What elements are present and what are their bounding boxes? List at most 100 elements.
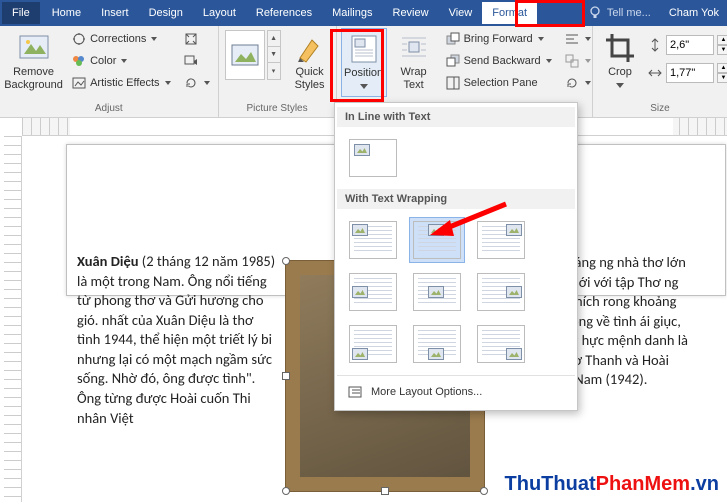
chevron-down-icon (546, 58, 552, 64)
group-button[interactable] (560, 50, 595, 72)
layout-options-icon (347, 384, 363, 400)
tab-view[interactable]: View (439, 2, 483, 24)
tab-layout[interactable]: Layout (193, 2, 246, 24)
crop-button[interactable]: Crop (597, 28, 643, 95)
tab-home[interactable]: Home (42, 2, 91, 24)
position-top-center[interactable] (409, 217, 465, 263)
resize-handle-b[interactable] (381, 487, 389, 495)
more-layout-options-label: More Layout Options... (371, 386, 482, 398)
style-preset-1[interactable] (225, 30, 265, 80)
resize-handle-br[interactable] (480, 487, 488, 495)
width-down[interactable]: ▼ (717, 73, 727, 83)
vertical-ruler[interactable] (4, 136, 22, 502)
height-up[interactable]: ▲ (717, 35, 727, 45)
compress-icon (183, 31, 199, 47)
wrap-text-label: Wrap Text (401, 66, 427, 91)
width-value[interactable]: 1,77" (666, 63, 714, 83)
send-backward-button[interactable]: Send Backward (441, 50, 556, 72)
tab-design[interactable]: Design (139, 2, 193, 24)
align-icon (564, 31, 580, 47)
body-text-left: Xuân Diệu (2 tháng 12 năm 1985) là một t… (77, 252, 277, 428)
position-middle-right[interactable] (473, 269, 529, 315)
position-top-left[interactable] (345, 217, 401, 263)
height-icon (647, 37, 663, 53)
chevron-down-icon (616, 83, 624, 88)
user-name[interactable]: Cham Yok (661, 7, 727, 19)
remove-background-label: Remove Background (4, 66, 63, 91)
tab-format[interactable]: Format (482, 2, 537, 24)
quick-styles-label: Quick Styles (295, 66, 325, 91)
position-inline[interactable] (345, 135, 401, 181)
position-icon (348, 33, 380, 65)
position-bottom-left[interactable] (345, 321, 401, 367)
position-top-right[interactable] (473, 217, 529, 263)
chevron-down-icon (360, 84, 368, 89)
color-button[interactable]: Color (67, 50, 174, 72)
width-up[interactable]: ▲ (717, 63, 727, 73)
gallery-more[interactable]: ▾ (268, 63, 280, 79)
tab-mailings[interactable]: Mailings (322, 2, 382, 24)
wrap-text-icon (398, 32, 430, 64)
position-middle-center[interactable] (409, 269, 465, 315)
artistic-effects-button[interactable]: Artistic Effects (67, 72, 174, 94)
menu-header-inline: In Line with Text (337, 107, 575, 127)
chevron-down-icon (585, 80, 591, 86)
tab-file[interactable]: File (2, 2, 40, 24)
reset-picture-button[interactable] (179, 72, 214, 94)
picture-styles-gallery[interactable]: ▲ ▼ ▾ (223, 28, 283, 82)
resize-handle-bl[interactable] (282, 487, 290, 495)
position-bottom-center[interactable] (409, 321, 465, 367)
bring-forward-button[interactable]: Bring Forward (441, 28, 556, 50)
bring-forward-label: Bring Forward (464, 33, 533, 45)
position-menu: In Line with Text With Text Wrapping Mor… (334, 102, 578, 411)
position-button[interactable]: Position (341, 28, 387, 97)
group-picture-styles-label: Picture Styles (223, 101, 332, 117)
height-value[interactable]: 2,6" (666, 35, 714, 55)
bring-forward-icon (445, 31, 461, 47)
position-middle-left[interactable] (345, 269, 401, 315)
bulb-icon (587, 5, 603, 21)
width-field[interactable]: 1,77" ▲▼ (647, 62, 727, 84)
rotate-icon (564, 75, 580, 91)
chevron-down-icon (121, 58, 127, 64)
gallery-scroll-down[interactable]: ▼ (268, 47, 280, 63)
tab-references[interactable]: References (246, 2, 322, 24)
tell-me-search[interactable]: Tell me... (577, 5, 661, 21)
compress-pictures-button[interactable] (179, 28, 214, 50)
crop-icon (604, 32, 636, 64)
group-size-label: Size (597, 101, 723, 117)
reset-icon (183, 75, 199, 91)
chevron-down-icon (585, 36, 591, 42)
tab-review[interactable]: Review (383, 2, 439, 24)
crop-label: Crop (608, 66, 632, 91)
artistic-effects-icon (71, 75, 87, 91)
corrections-icon (71, 31, 87, 47)
change-picture-icon (183, 53, 199, 69)
tab-insert[interactable]: Insert (91, 2, 139, 24)
menu-header-wrap: With Text Wrapping (337, 189, 575, 209)
chevron-down-icon (204, 80, 210, 86)
height-down[interactable]: ▼ (717, 45, 727, 55)
align-button[interactable] (560, 28, 595, 50)
selection-pane-button[interactable]: Selection Pane (441, 72, 556, 94)
gallery-scroll-up[interactable]: ▲ (268, 31, 280, 47)
height-field[interactable]: 2,6" ▲▼ (647, 34, 727, 56)
change-picture-button[interactable] (179, 50, 214, 72)
chevron-down-icon (165, 80, 171, 86)
width-icon (647, 65, 663, 81)
rotate-button[interactable] (560, 72, 595, 94)
more-layout-options[interactable]: More Layout Options... (337, 378, 575, 406)
remove-background-button[interactable]: Remove Background (4, 28, 63, 95)
resize-handle-tl[interactable] (282, 257, 290, 265)
chevron-down-icon (585, 58, 591, 64)
corrections-button[interactable]: Corrections (67, 28, 174, 50)
group-icon (564, 53, 580, 69)
position-bottom-right[interactable] (473, 321, 529, 367)
gallery-scroll: ▲ ▼ ▾ (267, 30, 281, 80)
tell-me-label: Tell me... (607, 7, 651, 19)
remove-background-icon (18, 32, 50, 64)
resize-handle-l[interactable] (282, 372, 290, 380)
wrap-text-button[interactable]: Wrap Text (391, 28, 437, 95)
quick-styles-button[interactable]: Quick Styles (287, 28, 333, 95)
quick-styles-icon (294, 32, 326, 64)
